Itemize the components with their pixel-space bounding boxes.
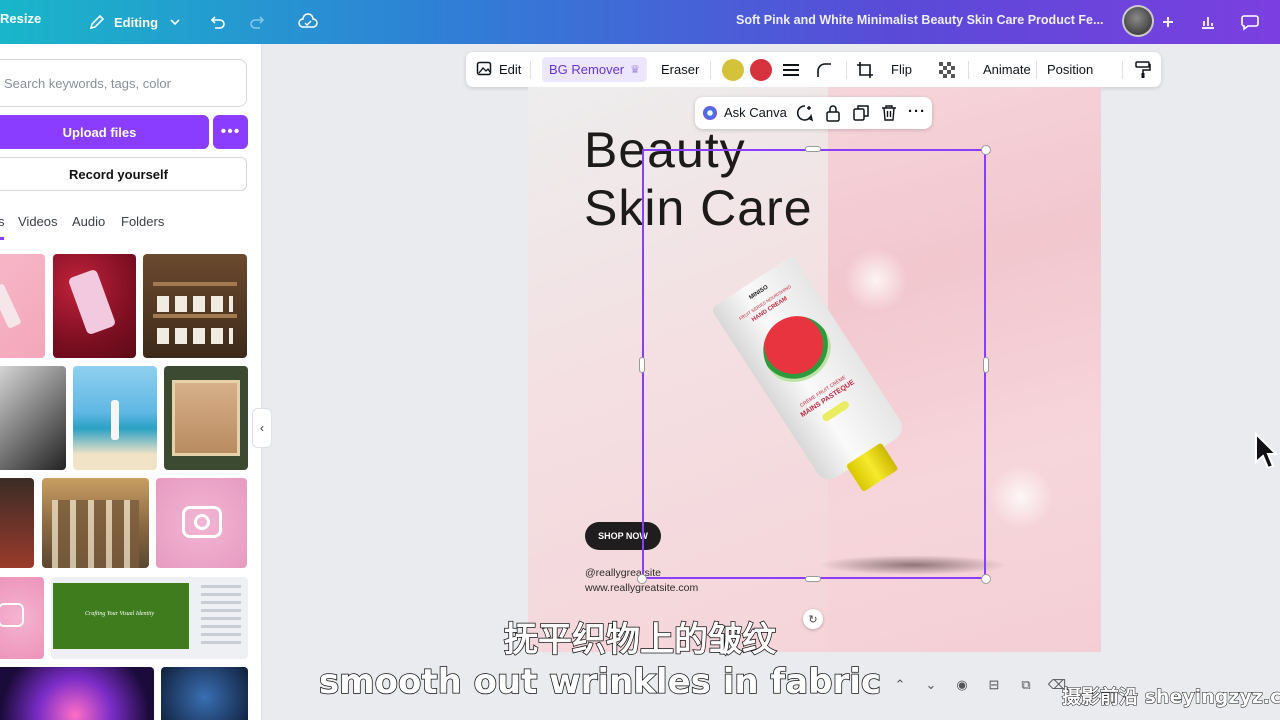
resize-handle-left[interactable] (639, 357, 645, 373)
image-toolbar: Edit BG Remover ♛ Eraser Flip Animate Po… (466, 52, 1161, 87)
resize-handle-right[interactable] (983, 357, 989, 373)
insights-chart-icon[interactable] (1192, 6, 1224, 38)
edit-label: Edit (499, 62, 522, 77)
bg-remover-label: BG Remover (549, 62, 625, 77)
resize-handle-bottom-right[interactable] (981, 574, 991, 584)
collapse-panel-button[interactable]: ‹ (252, 408, 272, 448)
watermark: 摄影前沿 sheyingzyz.com (1061, 686, 1280, 709)
animate-label: Animate (983, 62, 1031, 77)
document-title[interactable]: Soft Pink and White Minimalist Beauty Sk… (736, 13, 1103, 27)
selection-frame[interactable] (642, 149, 986, 579)
corner-rounding-icon[interactable] (815, 52, 833, 87)
comment-add-icon[interactable] (796, 104, 814, 125)
more-options-icon[interactable]: ··· (908, 103, 926, 120)
tab-videos[interactable]: Videos (18, 214, 58, 229)
crop-icon[interactable] (856, 52, 874, 87)
sparkle-highlight (989, 465, 1053, 529)
search-placeholder: Search keywords, tags, color (4, 76, 171, 91)
upload-thumbnail[interactable] (0, 478, 34, 568)
divider (846, 61, 847, 79)
more-options-button[interactable]: ••• (213, 115, 248, 149)
active-tab-indicator (0, 237, 4, 240)
tab-folders[interactable]: Folders (121, 214, 164, 229)
color-swatch-yellow[interactable] (722, 59, 744, 81)
upload-thumbnail[interactable] (156, 478, 247, 568)
undo-icon[interactable] (206, 11, 228, 33)
edit-image-icon (476, 60, 493, 80)
divider (968, 61, 969, 79)
upload-thumbnail[interactable] (0, 254, 45, 358)
transparency-icon[interactable] (938, 52, 956, 87)
comment-icon[interactable] (1234, 6, 1266, 38)
eraser-button[interactable]: Eraser (661, 52, 699, 87)
ask-canva-button[interactable]: Ask Canva (724, 105, 787, 120)
upload-thumbnail[interactable] (143, 254, 247, 358)
copy-style-paint-roller-icon[interactable] (1135, 52, 1151, 87)
upload-thumbnail[interactable] (164, 366, 248, 470)
search-input[interactable]: Search keywords, tags, color (0, 59, 247, 107)
upload-thumbnail[interactable] (0, 366, 66, 470)
chevron-down-icon (164, 11, 186, 33)
tab-images[interactable]: s (0, 214, 5, 229)
crown-icon: ♛ (630, 64, 641, 76)
animate-button[interactable]: Animate (983, 52, 1031, 87)
resize-label: Resize (0, 11, 42, 26)
tab-audio[interactable]: Audio (72, 214, 105, 229)
bg-remover-button[interactable]: BG Remover ♛ (542, 57, 648, 82)
divider (530, 61, 531, 79)
mouse-cursor-icon (1255, 432, 1278, 470)
cloud-save-icon[interactable] (297, 11, 319, 33)
avatar[interactable] (1122, 5, 1154, 37)
color-swatch-red[interactable] (750, 59, 772, 81)
ask-canva-icon (703, 106, 717, 120)
divider (1036, 61, 1037, 79)
edit-image-button[interactable]: Edit (476, 52, 521, 87)
resize-handle-top-right[interactable] (981, 145, 991, 155)
subtitle-chinese: 抚平织物上的皱纹 (503, 619, 777, 661)
duplicate-icon[interactable] (852, 104, 870, 125)
record-yourself-button[interactable]: Record yourself (0, 157, 247, 191)
element-action-bar: Ask Canva ··· (695, 97, 932, 129)
upload-thumbnail[interactable] (73, 366, 157, 470)
editing-menu-button[interactable]: Editing (86, 11, 186, 33)
divider (1122, 61, 1123, 79)
flip-button[interactable]: Flip (891, 52, 912, 87)
resize-handle-bottom[interactable] (805, 576, 821, 582)
upload-files-button[interactable]: Upload files (0, 115, 209, 149)
divider (710, 61, 711, 79)
redo-icon[interactable] (247, 11, 269, 33)
upload-thumbnail[interactable] (42, 478, 149, 568)
resize-button[interactable]: Resize (0, 11, 41, 26)
top-bar: Resize Editing Soft Pink and White Minim… (0, 0, 1280, 44)
trash-icon[interactable] (881, 104, 897, 125)
editing-label: Editing (114, 14, 159, 30)
pencil-icon (86, 11, 108, 33)
position-button[interactable]: Position (1047, 52, 1093, 87)
resize-handle-bottom-left[interactable] (637, 574, 647, 584)
add-collaborator-icon[interactable] (1152, 6, 1184, 38)
eraser-label: Eraser (661, 62, 700, 77)
position-label: Position (1047, 62, 1094, 77)
lock-icon[interactable] (825, 104, 841, 125)
flip-label: Flip (891, 62, 912, 77)
resize-handle-top[interactable] (805, 146, 821, 152)
upload-thumbnail[interactable] (53, 254, 136, 358)
border-style-icon[interactable] (782, 52, 800, 87)
